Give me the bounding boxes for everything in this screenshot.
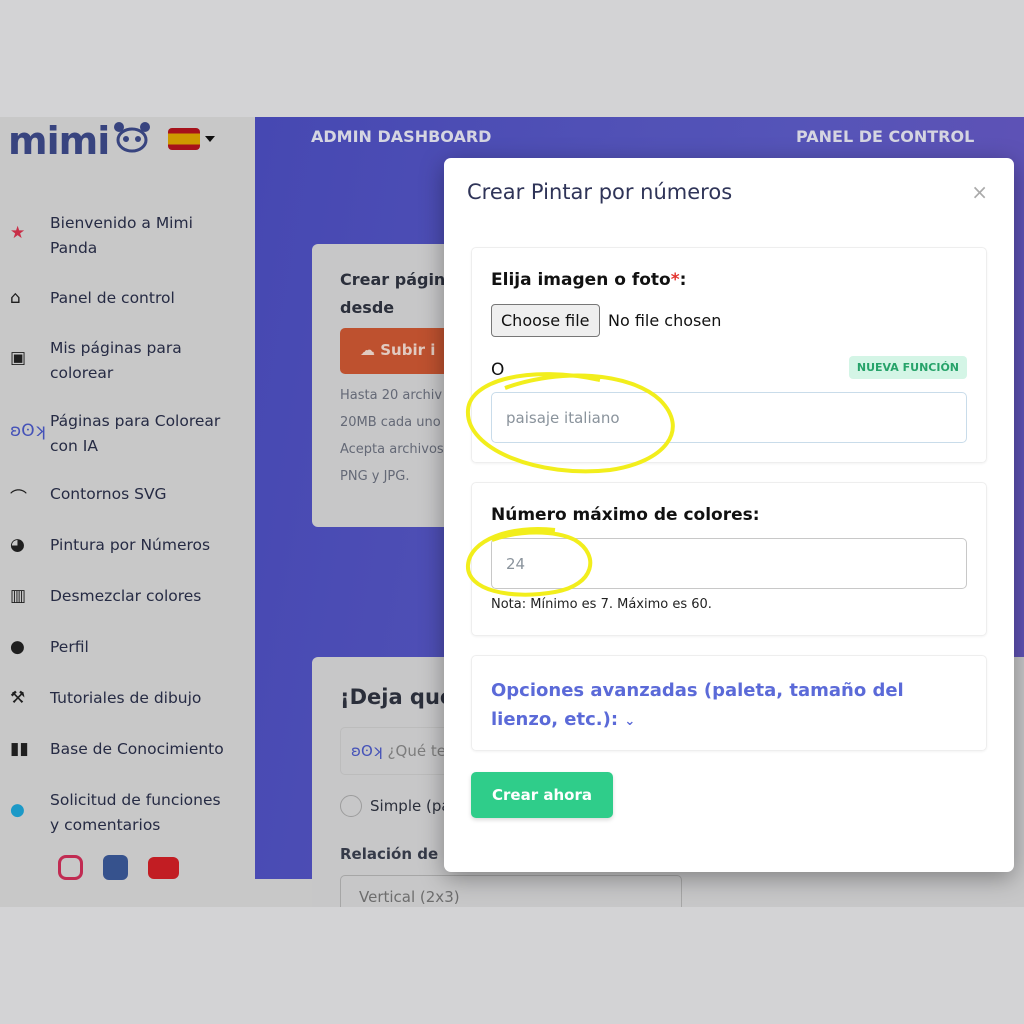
advanced-section: Opciones avanzadas (paleta, tamaño del l… (471, 655, 987, 751)
required-marker: * (670, 270, 680, 290)
chevron-down-icon: ⌄ (624, 714, 636, 729)
image-label-text: Elija imagen o foto (491, 270, 671, 290)
image-section: Elija imagen o foto*: Choose file No fil… (471, 247, 987, 463)
modal-title: Crear Pintar por números (467, 180, 733, 204)
image-prompt-input[interactable] (491, 392, 967, 443)
advanced-label: Opciones avanzadas (paleta, tamaño del l… (491, 680, 904, 730)
or-label: O (491, 360, 505, 380)
file-status: No file chosen (608, 311, 722, 330)
image-label: Elija imagen o foto*: (491, 270, 686, 290)
advanced-options-toggle[interactable]: Opciones avanzadas (paleta, tamaño del l… (491, 676, 961, 736)
close-icon[interactable]: × (971, 180, 988, 204)
colors-note: Nota: Mínimo es 7. Máximo es 60. (491, 597, 712, 612)
create-now-button[interactable]: Crear ahora (471, 772, 613, 818)
label-colon: : (679, 270, 687, 290)
choose-file-button[interactable]: Choose file (491, 304, 600, 337)
new-feature-badge: NUEVA FUNCIÓN (848, 356, 967, 379)
create-paint-by-numbers-modal: Crear Pintar por números × Elija imagen … (444, 158, 1014, 872)
colors-section: Número máximo de colores: Nota: Mínimo e… (471, 482, 987, 636)
max-colors-input[interactable] (491, 538, 967, 589)
colors-label: Número máximo de colores: (491, 505, 760, 525)
